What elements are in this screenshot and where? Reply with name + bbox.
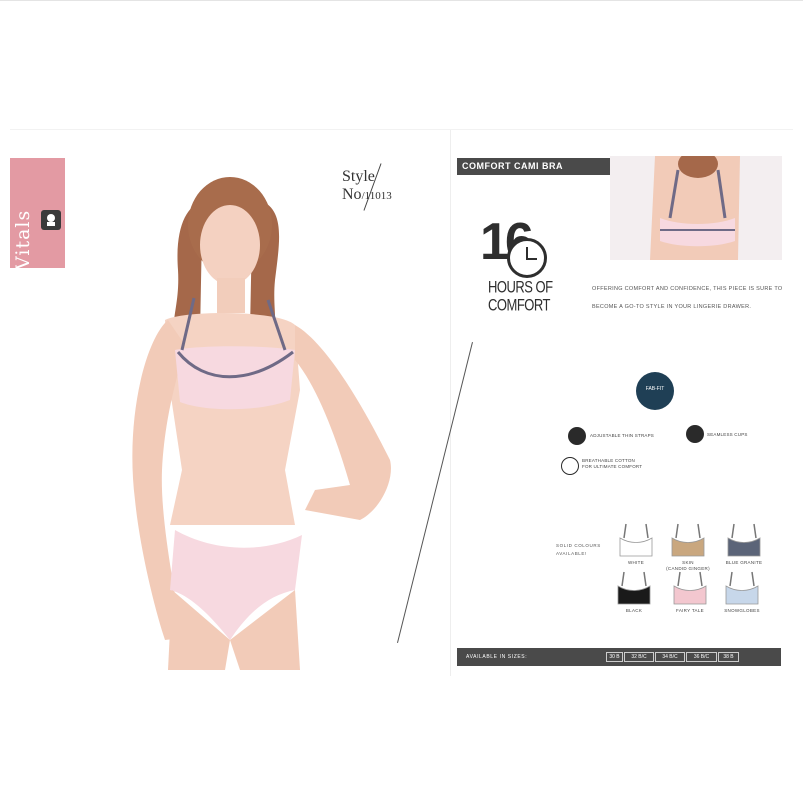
style-label: Style bbox=[342, 168, 375, 185]
colours-label-line-2: AVAILABLE! bbox=[556, 551, 587, 556]
style-number: Style No/11013 bbox=[342, 163, 392, 211]
diagonal-divider bbox=[397, 342, 473, 644]
feature-label-cups: SEAMLESS CUPS bbox=[707, 432, 748, 437]
sizes-label: AVAILABLE IN SIZES: bbox=[466, 654, 528, 660]
colour-swatch bbox=[670, 570, 710, 608]
feature-label-straps: ADJUSTABLE THIN STRAPS bbox=[590, 433, 654, 438]
size-option: 30 B bbox=[606, 652, 623, 662]
hours-line-1: HOURS OF bbox=[488, 277, 553, 297]
colour-swatch bbox=[724, 522, 764, 560]
product-title: COMFORT CAMI BRA bbox=[462, 161, 563, 171]
clock-icon bbox=[507, 238, 547, 278]
cup-icon bbox=[686, 425, 704, 443]
colour-swatch bbox=[722, 570, 762, 608]
colour-swatch-name: BLACK bbox=[625, 608, 643, 613]
colours-label: SOLID COLOURS AVAILABLE! bbox=[556, 542, 601, 558]
description-line-1: OFFERING COMFORT AND CONFIDENCE, THIS PI… bbox=[592, 286, 783, 292]
cotton-icon bbox=[561, 457, 579, 475]
colour-swatch bbox=[668, 522, 708, 560]
size-option: 32 B/C bbox=[624, 652, 654, 662]
colour-swatch bbox=[616, 522, 656, 560]
size-option: 34 B/C bbox=[655, 652, 685, 662]
colour-swatch bbox=[614, 570, 654, 608]
page-frame: Vitals Style No/11013 COMFORT CAMI BRA 1… bbox=[0, 0, 803, 799]
vitals-logo-icon bbox=[41, 210, 61, 230]
colour-swatch-name: BLUE GRANITE bbox=[725, 560, 763, 565]
feature-label-cotton-sub: FOR ULTIMATE COMFORT bbox=[582, 464, 643, 469]
fab-fit-label: FAB-FIT bbox=[645, 386, 665, 392]
feature-label-cotton: BREATHABLE COTTON bbox=[582, 458, 635, 463]
colour-swatch-name: FAIRY TALE bbox=[676, 608, 704, 613]
model-photo bbox=[132, 177, 391, 670]
hours-line-2: COMFORT bbox=[488, 295, 550, 315]
brand-name: Vitals bbox=[12, 209, 34, 270]
size-option: 36 B/C bbox=[686, 652, 717, 662]
colours-label-line-1: SOLID COLOURS bbox=[556, 543, 601, 548]
brand-tab: Vitals bbox=[10, 158, 65, 270]
page-divider bbox=[450, 130, 451, 676]
back-view-photo bbox=[610, 156, 782, 260]
style-no-label: No bbox=[342, 186, 362, 203]
size-option: 38 B bbox=[718, 652, 739, 662]
colour-swatch-name: WHITE bbox=[628, 560, 644, 565]
colour-swatch-name: SNOWGLOBES bbox=[724, 608, 760, 613]
strap-icon bbox=[568, 427, 586, 445]
description-line-2: BECOME A GO-TO STYLE IN YOUR LINGERIE DR… bbox=[592, 304, 752, 310]
catalog-spread: Vitals Style No/11013 COMFORT CAMI BRA 1… bbox=[10, 129, 793, 676]
